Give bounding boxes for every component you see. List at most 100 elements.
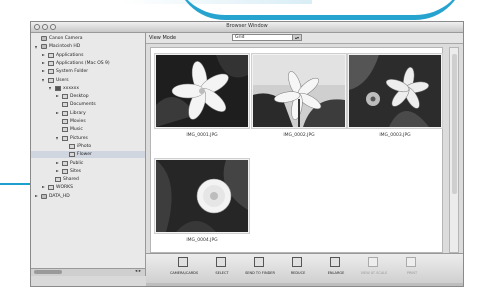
select-icon bbox=[216, 257, 226, 267]
thumbnail-item[interactable]: IMG_0002.JPG bbox=[251, 53, 347, 143]
disclosure-closed-icon[interactable] bbox=[42, 186, 45, 189]
sidebar-item-label: Users bbox=[56, 77, 69, 83]
camera-cards-button[interactable]: CAMERA/CARDS bbox=[164, 257, 204, 285]
sidebar-item-label: Desktop bbox=[70, 94, 89, 100]
sidebar-item[interactable]: iPhoto bbox=[31, 143, 145, 150]
sidebar-item[interactable]: Documents bbox=[31, 101, 145, 108]
folder-icon bbox=[62, 110, 68, 116]
zoom-in-icon bbox=[330, 257, 340, 267]
view-icon bbox=[368, 257, 378, 267]
sidebar-item-label: Library bbox=[70, 110, 86, 116]
reduce-button[interactable]: REDUCE bbox=[278, 257, 318, 285]
sidebar-item-label: System Folder bbox=[56, 69, 89, 75]
sidebar-item[interactable]: Canon Camera bbox=[31, 35, 145, 42]
view-mode-value: Grid bbox=[235, 35, 245, 40]
thumbnail-image[interactable] bbox=[253, 55, 345, 127]
sidebar-item-label: Sites bbox=[70, 168, 81, 174]
thumbnail-grid[interactable]: IMG_0001.JPG IMG_0002.JPG IMG_0003.JPG IMG_… bbox=[150, 47, 443, 253]
disclosure-closed-icon[interactable] bbox=[56, 161, 59, 164]
view-mode-select[interactable]: Grid ▴▾ bbox=[232, 34, 302, 41]
sidebar-item[interactable]: xxxxxx bbox=[31, 85, 145, 92]
folder-icon bbox=[55, 177, 61, 183]
thumbnail-image[interactable] bbox=[156, 55, 248, 127]
sidebar-item-label: Shared bbox=[63, 177, 79, 183]
folder-icon bbox=[69, 143, 75, 149]
folder-icon bbox=[62, 127, 68, 133]
sidebar-item[interactable]: Macintosh HD bbox=[31, 43, 145, 50]
disclosure-open-icon[interactable] bbox=[42, 79, 44, 82]
disclosure-open-icon[interactable] bbox=[56, 137, 58, 141]
sidebar-item[interactable]: System Folder bbox=[31, 68, 145, 75]
send-to-finder-button[interactable]: SEND TO FINDER bbox=[240, 257, 280, 285]
sidebar-item[interactable]: Flower bbox=[31, 151, 145, 159]
toolbar-button-label: SEND TO FINDER bbox=[245, 271, 275, 275]
sidebar-item[interactable]: Movies bbox=[31, 118, 145, 125]
toolbar-button-label: SELECT bbox=[215, 271, 229, 275]
view-at-scale-button[interactable]: VIEW AT SCALE bbox=[354, 257, 394, 285]
toolbar-button-label: REDUCE bbox=[290, 271, 306, 275]
disclosure-closed-icon[interactable] bbox=[56, 169, 59, 172]
zoom-out-icon bbox=[292, 257, 302, 267]
sidebar-item-label: Canon Camera bbox=[49, 36, 83, 41]
drive-icon bbox=[41, 193, 47, 199]
decorative-arc bbox=[175, 0, 465, 20]
sidebar-item[interactable]: Pictures bbox=[31, 135, 145, 142]
disclosure-closed-icon[interactable] bbox=[56, 95, 59, 98]
toolbar-button-label: ENLARGE bbox=[327, 271, 345, 275]
folder-icon bbox=[62, 102, 68, 108]
folder-icon bbox=[48, 185, 54, 191]
disclosure-closed-icon[interactable] bbox=[42, 61, 45, 64]
disclosure-open-icon[interactable] bbox=[35, 45, 37, 49]
drive-icon bbox=[41, 44, 47, 50]
toolbar-button-label: PRINT bbox=[406, 271, 418, 275]
disclosure-closed-icon[interactable] bbox=[35, 194, 38, 197]
select-button[interactable]: SELECT bbox=[202, 257, 242, 285]
disclosure-closed-icon[interactable] bbox=[42, 53, 45, 56]
sidebar-item[interactable]: Music bbox=[31, 126, 145, 133]
disclosure-closed-icon[interactable] bbox=[56, 111, 59, 114]
thumbnail-caption: IMG_0002.JPG bbox=[283, 133, 315, 138]
vertical-scrollbar[interactable] bbox=[449, 47, 459, 253]
sidebar-item-label: Flower bbox=[77, 152, 92, 158]
bottom-toolbar: CAMERA/CARDS SELECT SEND TO FINDER REDUCE EN… bbox=[146, 253, 463, 286]
sidebar-item[interactable]: Applications bbox=[31, 52, 145, 59]
send-icon bbox=[254, 257, 264, 267]
disclosure-closed-icon[interactable] bbox=[42, 70, 45, 73]
thumbnail-caption: IMG_0003.JPG bbox=[379, 133, 411, 138]
sidebar-item-label: Music bbox=[70, 127, 83, 133]
sidebar-scrollbar[interactable]: ◂ ▸ bbox=[31, 268, 145, 276]
thumbnail-item[interactable]: IMG_0003.JPG bbox=[347, 53, 443, 143]
sidebar-item-label: iPhoto bbox=[77, 143, 92, 149]
scroll-thumb[interactable] bbox=[34, 270, 62, 274]
enlarge-button[interactable]: ENLARGE bbox=[316, 257, 356, 285]
sidebar-item-label: Pictures bbox=[70, 135, 88, 141]
thumbnail-image[interactable] bbox=[156, 160, 248, 232]
thumbnail-caption: IMG_0001.JPG bbox=[186, 133, 218, 138]
disclosure-open-icon[interactable] bbox=[49, 87, 51, 91]
thumbnail-item[interactable]: IMG_0001.JPG bbox=[154, 53, 250, 143]
sidebar-item[interactable]: Applications (Mac OS 9) bbox=[31, 60, 145, 67]
folder-icon bbox=[62, 94, 68, 100]
sidebar-item-label: Public bbox=[70, 160, 84, 166]
sidebar-item-label: Applications (Mac OS 9) bbox=[56, 60, 110, 66]
thumbnail-image[interactable] bbox=[349, 55, 441, 127]
folder-tree[interactable]: ◂ ▸ Canon Camera Macintosh HD Applications… bbox=[31, 33, 146, 276]
sidebar-item[interactable]: Sites bbox=[31, 168, 145, 175]
sidebar-item-label: Applications bbox=[56, 52, 84, 58]
sidebar-item[interactable]: Shared bbox=[31, 176, 145, 183]
home-icon bbox=[55, 85, 61, 91]
sidebar-item[interactable]: DATA_HD bbox=[31, 193, 145, 200]
sidebar-item[interactable]: Public bbox=[31, 160, 145, 167]
sidebar-item[interactable]: Desktop bbox=[31, 93, 145, 100]
folder-icon bbox=[48, 60, 54, 66]
sidebar-item[interactable]: WORKS bbox=[31, 184, 145, 191]
sidebar-item[interactable]: Users bbox=[31, 77, 145, 84]
thumbnail-item[interactable]: IMG_0004.JPG bbox=[154, 158, 250, 248]
scroll-arrows-icon[interactable]: ◂ ▸ bbox=[135, 269, 141, 274]
print-icon bbox=[406, 257, 416, 267]
title-bar[interactable]: Browser Window bbox=[31, 22, 463, 33]
sidebar-item[interactable]: Library bbox=[31, 110, 145, 117]
browser-window: Browser Window ◂ ▸ Canon Camera Macintosh… bbox=[30, 21, 464, 287]
scroll-thumb[interactable] bbox=[452, 54, 457, 194]
print-button[interactable]: PRINT bbox=[392, 257, 432, 285]
